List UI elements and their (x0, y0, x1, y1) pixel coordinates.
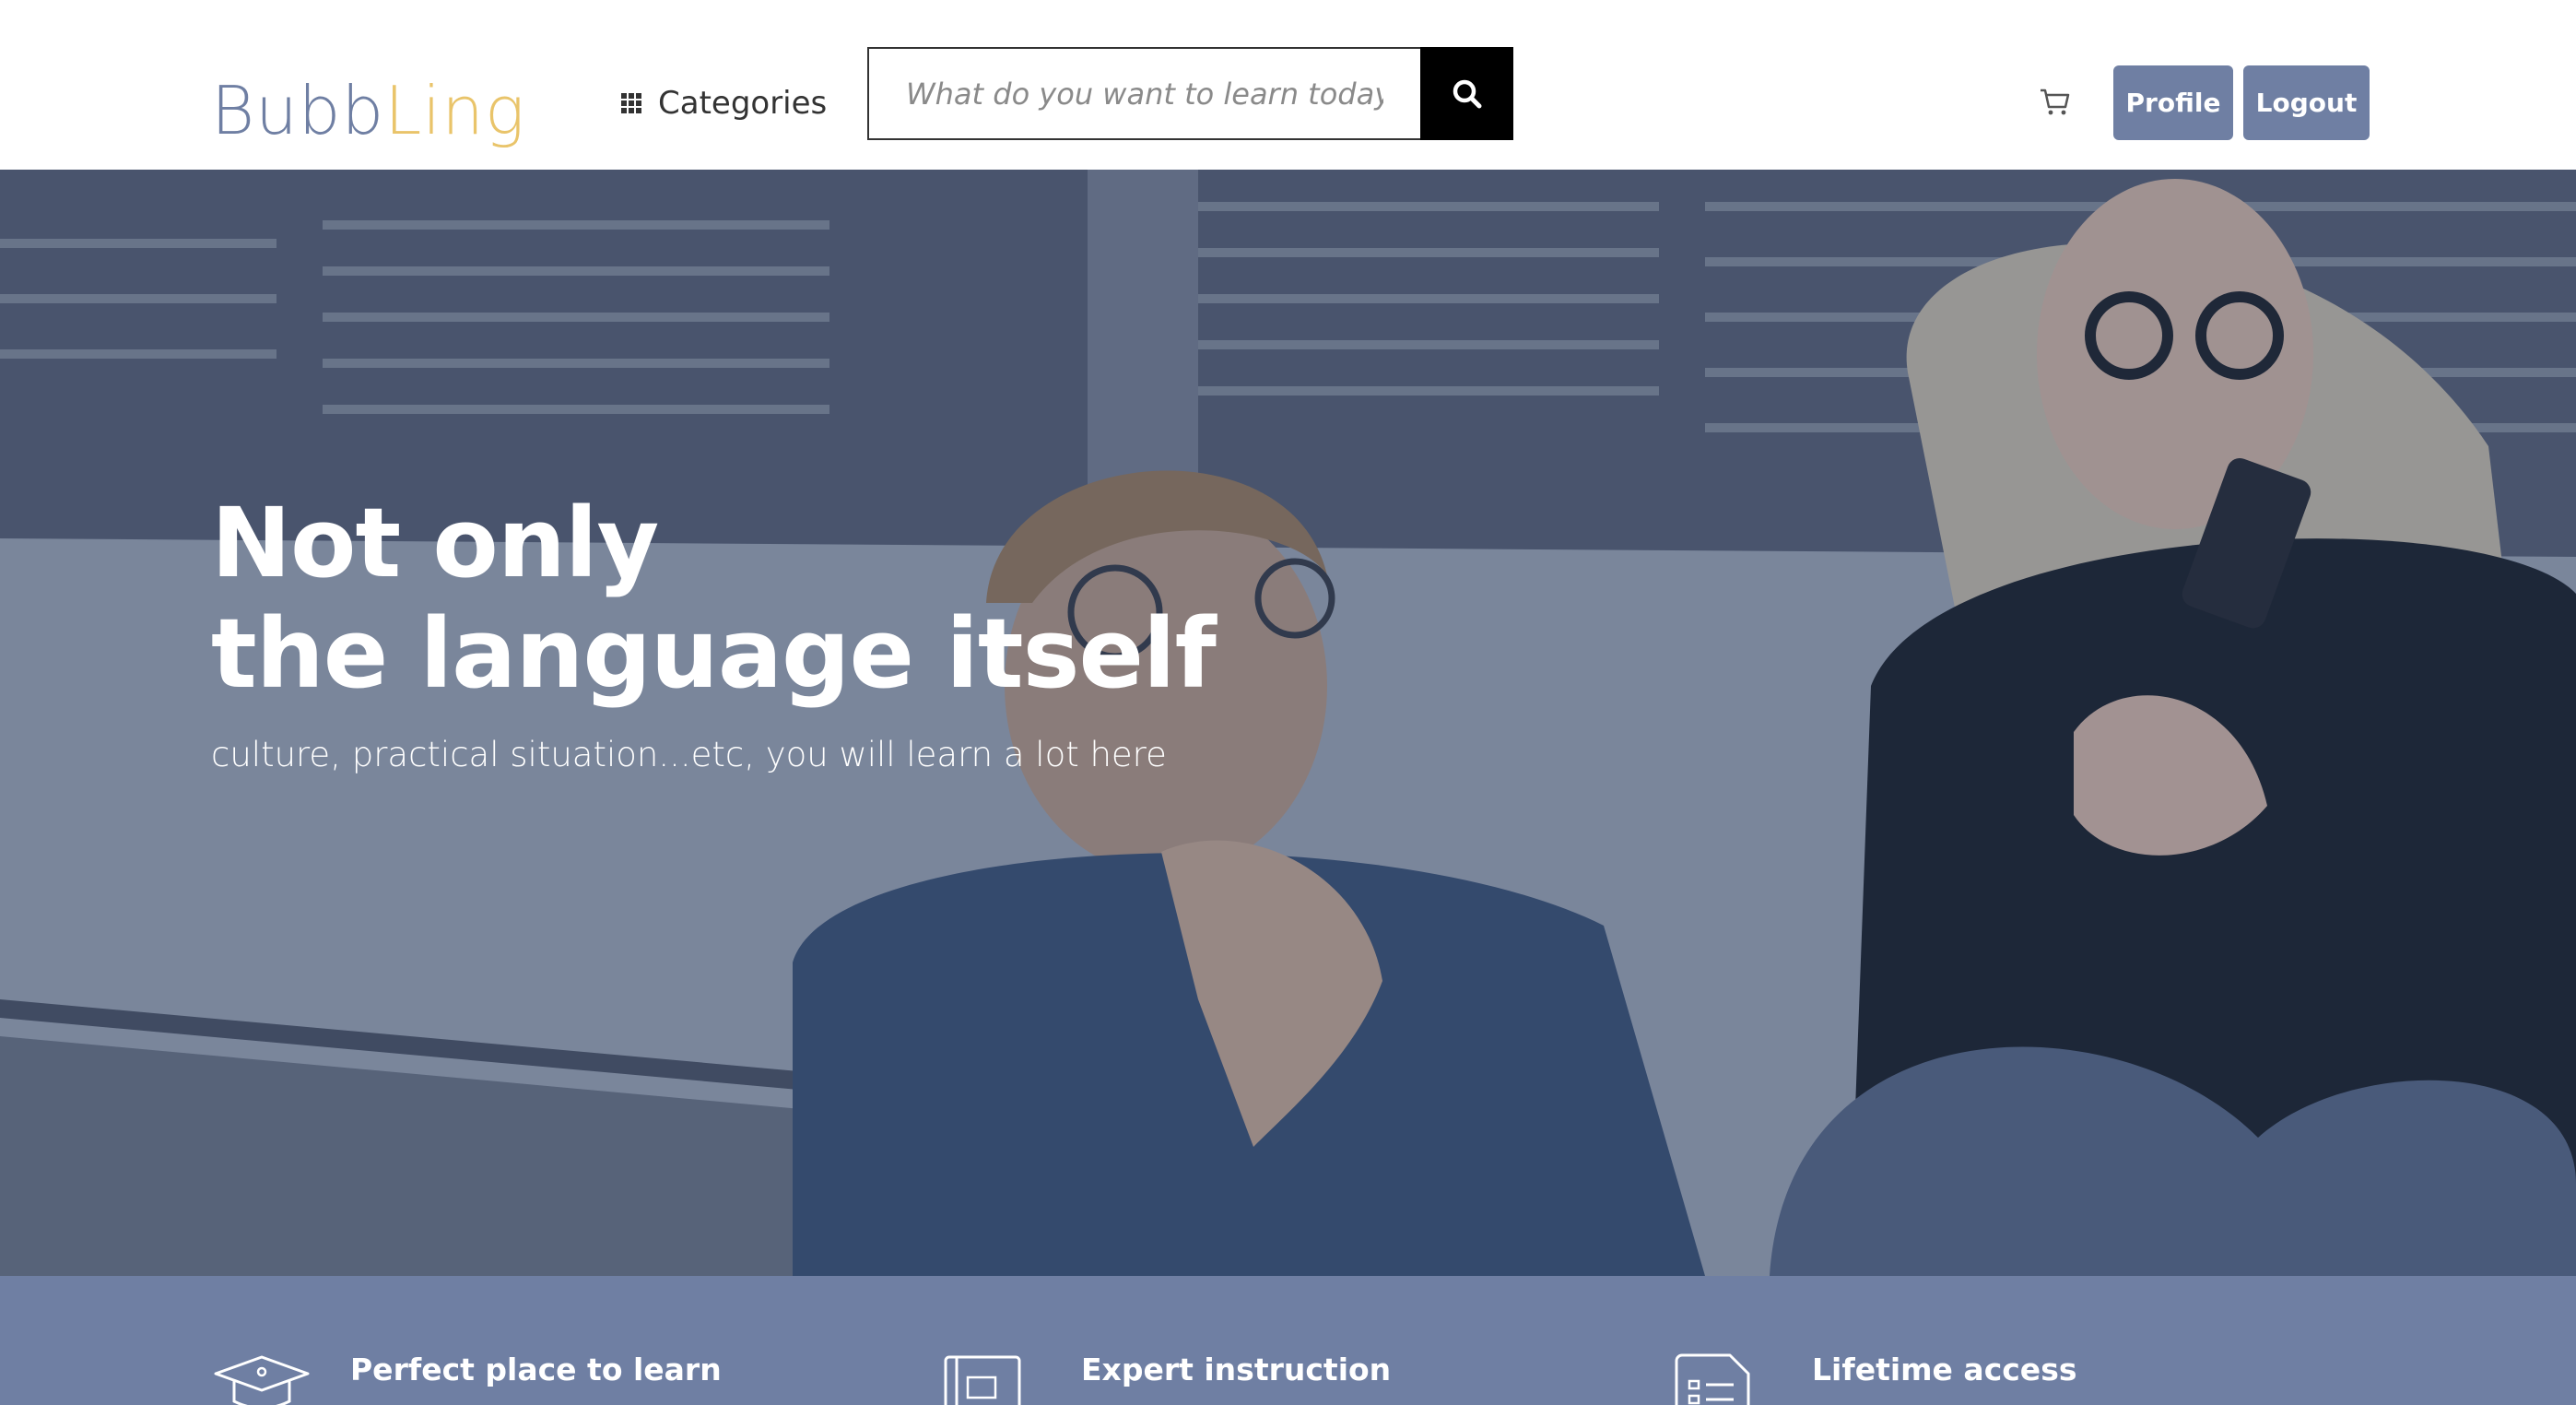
logout-button[interactable]: Logout (2243, 65, 2370, 140)
cart-button[interactable] (2037, 83, 2074, 120)
search-icon (1453, 79, 1481, 108)
search-input[interactable] (867, 47, 1420, 140)
search-button[interactable] (1420, 47, 1513, 140)
hero-banner: Not only the language itself culture, pr… (0, 170, 2576, 1276)
hero-title: Not only the language itself (211, 488, 1317, 709)
categories-label: Categories (658, 85, 828, 122)
cart-icon (2041, 89, 2070, 115)
features-bar: Perfect place to learn Expert instructio… (0, 1276, 2576, 1405)
brand-logo[interactable]: Bubb Ling (211, 55, 525, 144)
hero-title-line-1: Not only (211, 487, 659, 599)
document-list-icon (1675, 1353, 1750, 1405)
logo-text-accent: Ling (384, 72, 526, 149)
profile-button[interactable]: Profile (2113, 65, 2233, 140)
hero-text-block: Not only the language itself culture, pr… (211, 488, 1317, 774)
feature-title: Expert instruction (1081, 1352, 1392, 1387)
categories-menu[interactable]: Categories (621, 81, 827, 125)
graduation-cap-icon (214, 1355, 310, 1405)
logo-text-primary: Bubb (211, 72, 385, 149)
book-icon (944, 1355, 1021, 1405)
top-navbar: Bubb Ling Categories Profile Logout (0, 0, 2576, 170)
feature-title: Lifetime access (1812, 1352, 2077, 1387)
grid-icon (621, 93, 641, 113)
hero-subtitle: culture, practical situation...etc, you … (211, 735, 1167, 774)
hero-title-line-2: the language itself (211, 597, 1217, 710)
feature-title: Perfect place to learn (350, 1352, 722, 1387)
search-bar (867, 47, 1513, 140)
